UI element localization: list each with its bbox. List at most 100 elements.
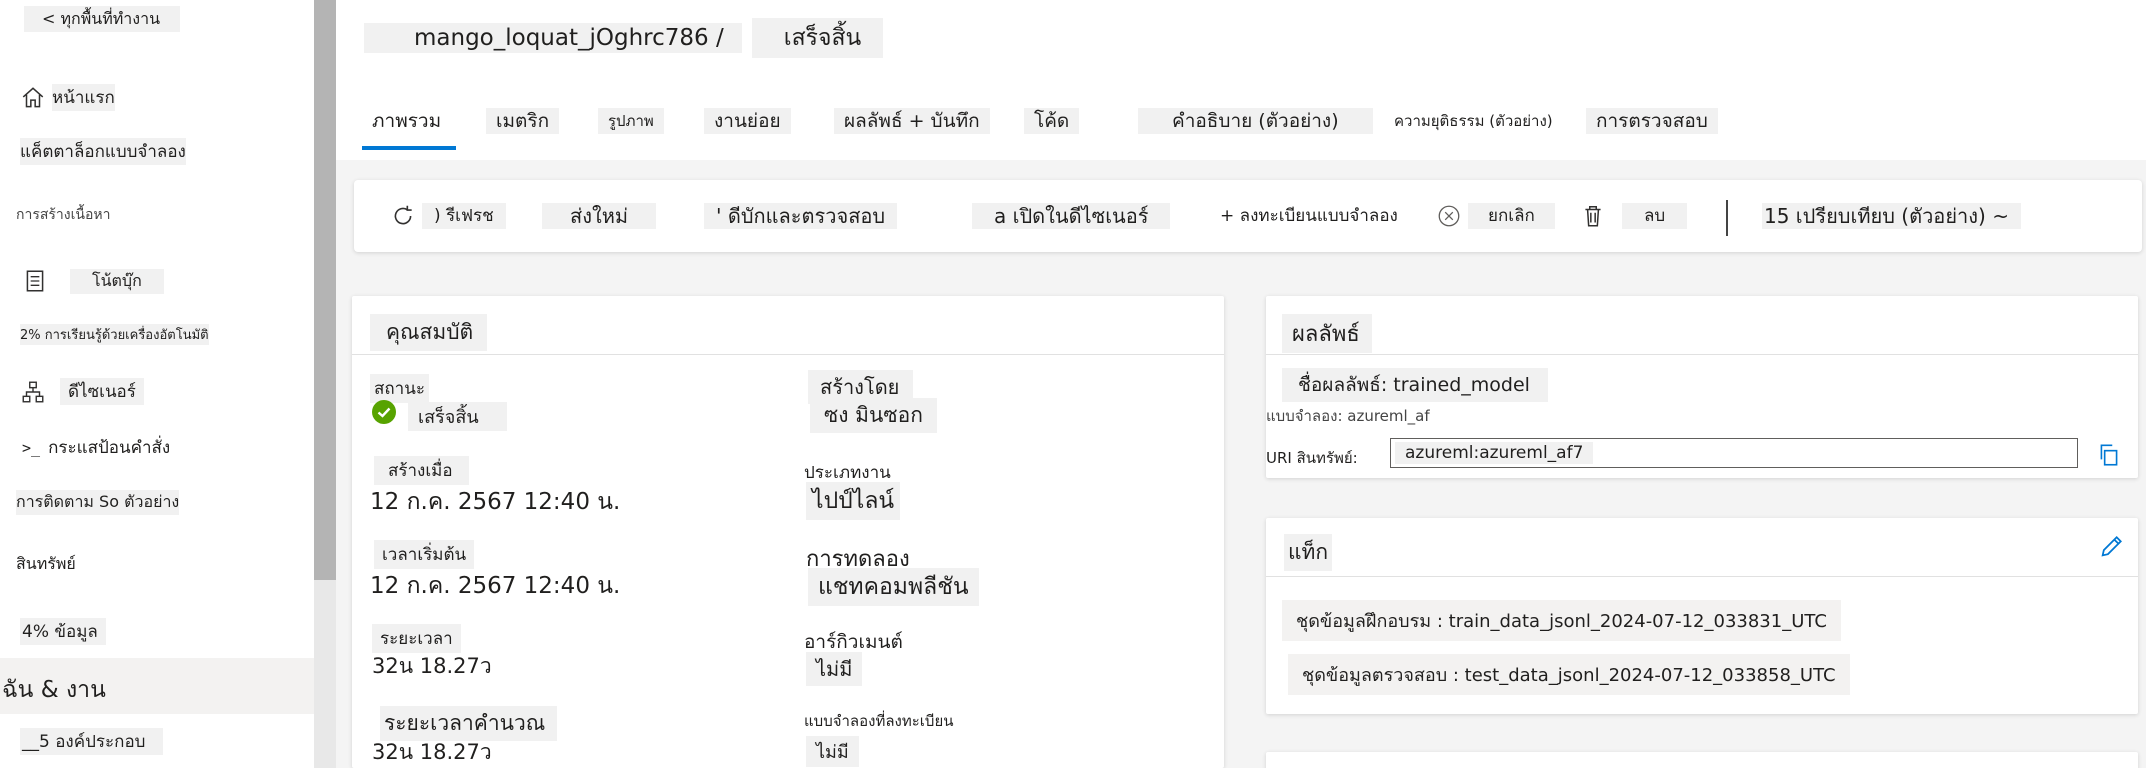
created-by-value: ซง มินซอก [810, 398, 937, 433]
sidebar-item-tracking[interactable]: การติดตาม So ตัวอย่าง [16, 490, 180, 515]
start-time-value: 12 ก.ค. 2567 12:40 น. [370, 573, 621, 599]
sidebar-item-label: โน้ตบุ๊ก [70, 268, 164, 294]
success-check-icon [372, 400, 396, 424]
refresh-label: ) รีเฟรช [422, 203, 506, 229]
status-value: เสร็จสิ้น [408, 402, 507, 431]
properties-divider [352, 354, 1224, 355]
tag-test-dataset: ชุดข้อมูลตรวจสอบ : test_data_jsonl_2024-… [1288, 654, 1850, 695]
edit-pencil-icon[interactable] [2098, 532, 2126, 560]
sidebar-item-label: แค็ตตาล็อกแบบจำลอง [20, 138, 186, 165]
back-label: < ทุกพื้นที่ทำงาน [42, 8, 161, 28]
registered-models-label: แบบจำลองที่ลงทะเบียน [804, 708, 954, 734]
refresh-icon [394, 205, 412, 225]
sidebar-item-label: ฉัน & งาน [2, 677, 106, 703]
sidebar-section-assets: สินทรัพย์ [16, 552, 76, 577]
properties-card: คุณสมบัติ สถานะ เสร็จสิ้น สร้างเมื่อ 12 … [352, 296, 1224, 768]
tab-code[interactable]: โค้ด [1024, 108, 1080, 134]
section-label: สินทรัพย์ [16, 554, 76, 573]
arguments-value: ไม่มี [806, 652, 863, 686]
left-navigation: < ทุกพื้นที่ทำงาน หน้าแรก แค็ตตาล็อกแบบจ… [0, 0, 314, 768]
debug-label: ' ดีบักและตรวจสอบ [704, 203, 898, 229]
delete-label: ลบ [1622, 203, 1688, 229]
resubmit-label: ส่งใหม่ [542, 203, 657, 229]
scrollbar-thumb[interactable] [314, 0, 336, 580]
open-in-designer-button[interactable]: a เปิดในดีไซเนอร์ [972, 202, 1171, 230]
asset-uri-field[interactable]: azureml:azureml_af7 [1390, 438, 2078, 468]
tags-divider [1266, 576, 2138, 577]
tag-train-dataset: ชุดข้อมูลฝึกอบรม : train_data_jsonl_2024… [1282, 600, 1841, 641]
asset-uri-label: URI สินทรัพย์: [1266, 449, 1358, 467]
tab-outputs-logs[interactable]: ผลลัพธ์ + บันทึก [834, 108, 990, 134]
command-bar: ) รีเฟรช ส่งใหม่ ' ดีบักและตรวจสอบ a เปิ… [354, 180, 2142, 252]
terminal-icon: >_ [22, 438, 41, 457]
sidebar-item-automl[interactable]: 2% การเรียนรู้ด้วยเครื่องอัตโนมัติ [20, 324, 209, 345]
refresh-button[interactable]: ) รีเฟรช [390, 202, 506, 230]
job-header: mango_loquat_jOghrc786 / เสร็จสิ้น ภาพรว… [336, 0, 2146, 160]
job-name[interactable]: mango_loquat_jOghrc786 / [364, 23, 742, 53]
debug-monitor-button[interactable]: ' ดีบักและตรวจสอบ [704, 202, 898, 230]
tab-metrics[interactable]: เมตริก [486, 108, 560, 134]
tags-title: แท็ก [1284, 534, 1333, 571]
notebook-icon [22, 268, 48, 294]
next-card [1266, 752, 2138, 768]
compute-duration-value: 32น 18.27ว [372, 740, 492, 764]
duration-value: 32น 18.27ว [372, 654, 492, 678]
experiment-value: แชทคอมพลีชัน [808, 568, 979, 606]
toolbar-divider [1726, 200, 1728, 236]
tab-images[interactable]: รูปภาพ [598, 108, 664, 134]
delete-button[interactable]: ลบ [1580, 202, 1688, 230]
trash-icon [1585, 206, 1601, 227]
sidebar-section-authoring: การสร้างเนื้อหา [16, 204, 110, 226]
sidebar-item-home[interactable]: หน้าแรก [20, 84, 115, 111]
sidebar-item-designer[interactable]: ดีไซเนอร์ [20, 378, 144, 405]
sidebar-item-model-catalog[interactable]: แค็ตตาล็อกแบบจำลอง [20, 138, 186, 165]
status-label: สถานะ [370, 374, 429, 403]
sidebar-item-label: หน้าแรก [52, 84, 115, 111]
outputs-divider [1266, 354, 2138, 355]
sidebar-item-components[interactable]: __5 องค์ประกอบ [20, 728, 164, 755]
output-name: ชื่อผลลัพธ์: trained_model [1282, 368, 1548, 402]
sidebar-item-notebooks[interactable]: โน้ตบุ๊ก [22, 268, 164, 294]
open-designer-label: a เปิดในดีไซเนอร์ [972, 203, 1171, 229]
section-label: การสร้างเนื้อหา [16, 207, 111, 223]
compare-label: 15 เปรียบเทียบ (ตัวอย่าง) ~ [1762, 203, 2021, 229]
tab-overview[interactable]: ภาพรวม [362, 108, 452, 134]
tab-monitoring[interactable]: การตรวจสอบ [1586, 108, 1718, 134]
back-to-workspaces-link[interactable]: < ทุกพื้นที่ทำงาน [24, 6, 181, 32]
created-on-value: 12 ก.ค. 2567 12:40 น. [370, 489, 621, 515]
sidebar-scrollbar[interactable] [314, 0, 336, 768]
tab-explanations[interactable]: คำอธิบาย (ตัวอย่าง) [1138, 108, 1373, 134]
tab-child-jobs[interactable]: งานย่อย [704, 108, 791, 134]
compare-button[interactable]: 15 เปรียบเทียบ (ตัวอย่าง) ~ [1762, 202, 2021, 230]
tags-card: แท็ก ชุดข้อมูลฝึกอบรม : train_data_jsonl… [1266, 518, 2138, 714]
duration-label: ระยะเวลา [372, 624, 461, 653]
properties-title: คุณสมบัติ [370, 314, 488, 351]
job-status-title: เสร็จสิ้น [751, 18, 884, 58]
output-model-line: แบบจำลอง: azureml_af [1266, 407, 1430, 425]
cancel-label: ยกเลิก [1468, 203, 1555, 229]
breadcrumb: mango_loquat_jOghrc786 / เสร็จสิ้น [364, 18, 884, 58]
sidebar-item-label: __5 องค์ประกอบ [20, 728, 164, 755]
sidebar-item-label: 2% การเรียนรู้ด้วยเครื่องอัตโนมัติ [20, 324, 209, 345]
cancel-button[interactable]: ยกเลิก [1436, 202, 1555, 230]
sidebar-item-label: กระแสป้อนคำสั่ง [48, 438, 171, 458]
copy-icon[interactable] [2096, 442, 2122, 468]
sidebar-item-label: ดีไซเนอร์ [60, 378, 144, 405]
designer-icon [20, 379, 46, 405]
outputs-title: ผลลัพธ์ [1282, 314, 1372, 353]
register-model-button[interactable]: + ลงทะเบียนแบบจำลอง [1208, 202, 1410, 230]
sidebar-item-jobs[interactable]: ฉัน & งาน [2, 672, 106, 708]
resubmit-button[interactable]: ส่งใหม่ [542, 202, 657, 230]
active-tab-indicator [362, 146, 456, 150]
outputs-card: ผลลัพธ์ ชื่อผลลัพธ์: trained_model แบบจำ… [1266, 296, 2138, 478]
sidebar-item-prompt-flow[interactable]: >_ กระแสป้อนคำสั่ง [22, 434, 170, 461]
job-type-value: ไปป์ไลน์ [806, 482, 901, 520]
tab-fairness[interactable]: ความยุติธรรม (ตัวอย่าง) [1384, 108, 1563, 134]
sidebar-item-label: 4% ข้อมูล [20, 618, 106, 645]
registered-models-value: ไม่มี [806, 736, 859, 767]
start-time-label: เวลาเริ่มต้น [374, 540, 475, 569]
created-on-label: สร้างเมื่อ [374, 456, 469, 485]
sidebar-item-data[interactable]: 4% ข้อมูล [20, 618, 106, 645]
register-model-label: + ลงทะเบียนแบบจำลอง [1208, 203, 1410, 229]
sidebar-item-label: การติดตาม So ตัวอย่าง [16, 490, 180, 515]
